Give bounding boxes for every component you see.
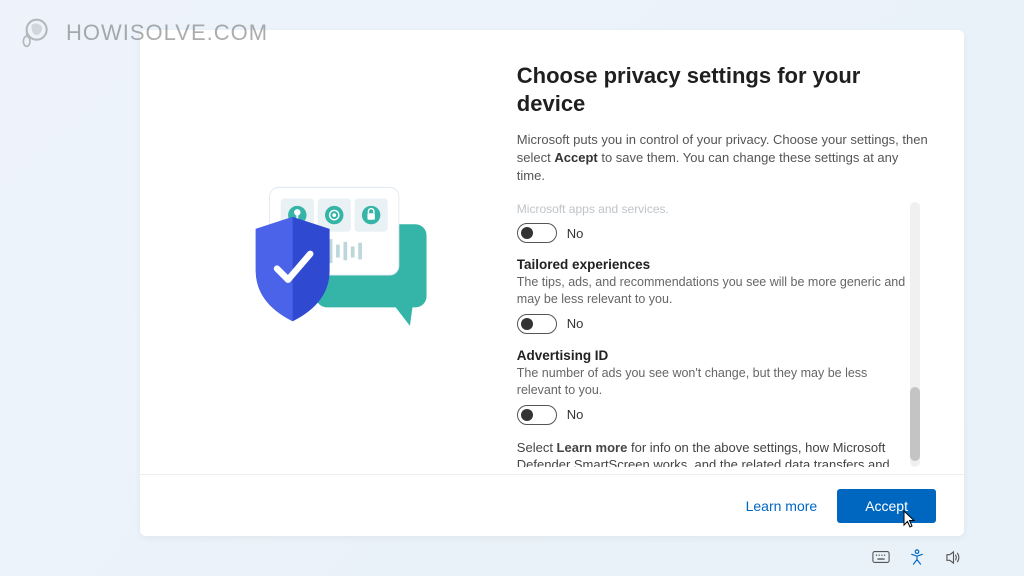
- scrollbar-thumb[interactable]: [910, 387, 920, 461]
- accept-button-label: Accept: [865, 498, 908, 514]
- scrollbar-track[interactable]: [910, 202, 920, 467]
- watermark-text: HOWISOLVE.COM: [66, 20, 268, 46]
- toggle-tailored[interactable]: [517, 314, 557, 334]
- watermark: HOWISOLVE.COM: [14, 12, 268, 54]
- volume-icon[interactable]: [944, 548, 962, 566]
- page-subtitle: Microsoft puts you in control of your pr…: [517, 131, 928, 186]
- taskbar-icons: [872, 548, 962, 566]
- toggle-row-previous: No: [517, 223, 908, 243]
- setting-tailored: Tailored experiences The tips, ads, and …: [517, 257, 908, 334]
- setting-advertising: Advertising ID The number of ads you see…: [517, 348, 908, 425]
- footer-note-pre: Select: [517, 440, 557, 455]
- watermark-logo-icon: [14, 12, 56, 54]
- privacy-panel: Choose privacy settings for your device …: [140, 30, 964, 536]
- panel-footer: Learn more Accept: [140, 474, 964, 536]
- footer-note-bold: Learn more: [557, 440, 628, 455]
- toggle-row-tailored: No: [517, 314, 908, 334]
- privacy-illustration: [140, 30, 511, 474]
- partial-previous-setting-text: Microsoft apps and services.: [517, 202, 908, 218]
- accessibility-icon[interactable]: [908, 548, 926, 566]
- setting-tailored-desc: The tips, ads, and recommendations you s…: [517, 274, 908, 308]
- toggle-tailored-label: No: [567, 316, 584, 331]
- setting-tailored-title: Tailored experiences: [517, 257, 908, 272]
- toggle-previous-label: No: [567, 226, 584, 241]
- panel-body: Choose privacy settings for your device …: [140, 30, 964, 474]
- toggle-previous[interactable]: [517, 223, 557, 243]
- footer-note: Select Learn more for info on the above …: [517, 439, 908, 467]
- page-title: Choose privacy settings for your device: [517, 62, 928, 117]
- accept-button[interactable]: Accept: [837, 489, 936, 523]
- toggle-advertising[interactable]: [517, 405, 557, 425]
- keyboard-icon[interactable]: [872, 548, 890, 566]
- learn-more-button[interactable]: Learn more: [746, 498, 818, 514]
- setting-advertising-desc: The number of ads you see won't change, …: [517, 365, 908, 399]
- toggle-advertising-label: No: [567, 407, 584, 422]
- toggle-row-advertising: No: [517, 405, 908, 425]
- subtitle-bold: Accept: [554, 150, 597, 165]
- settings-content: Choose privacy settings for your device …: [511, 30, 964, 474]
- settings-scroll-area: Microsoft apps and services. No Tailored…: [517, 202, 928, 467]
- setting-advertising-title: Advertising ID: [517, 348, 908, 363]
